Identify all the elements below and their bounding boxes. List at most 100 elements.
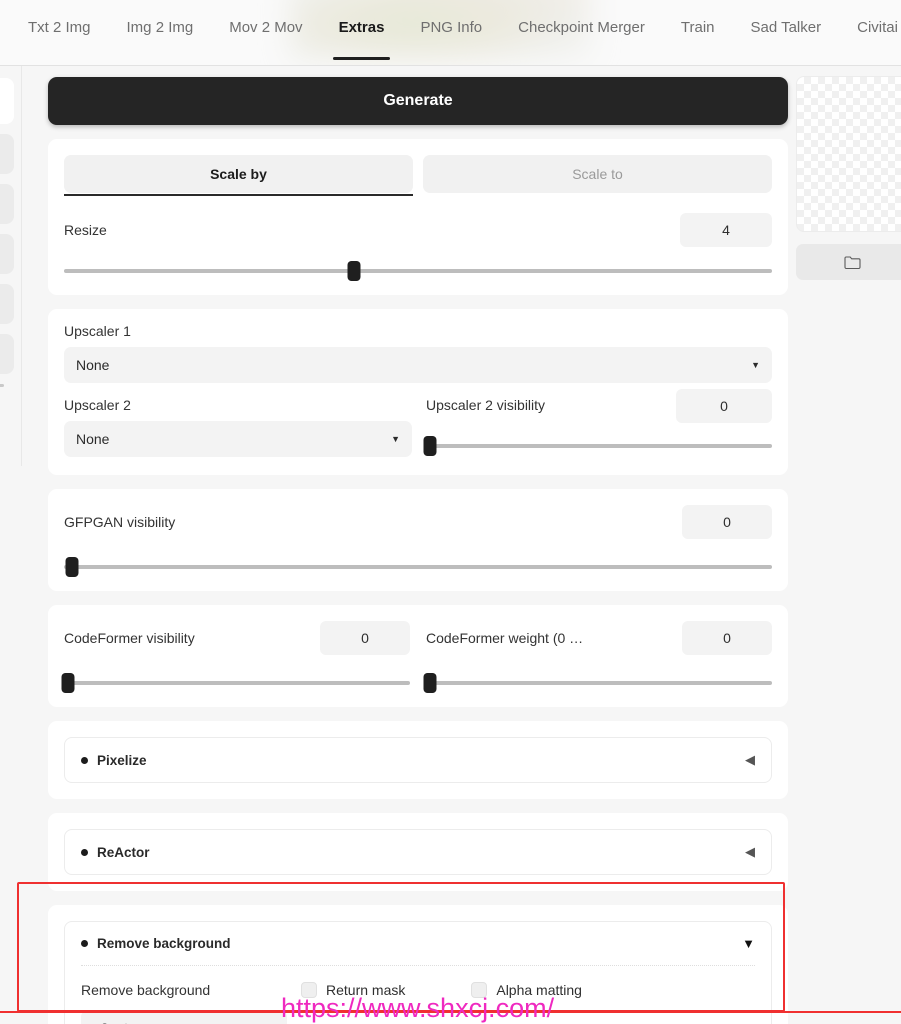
left-sidebar-rail xyxy=(0,66,22,466)
sidebar-item-3[interactable] xyxy=(0,184,14,224)
tab-sad-talker[interactable]: Sad Talker xyxy=(733,0,840,56)
codeformer-weight-header: CodeFormer weight (0 = maximu… 0 xyxy=(426,621,772,655)
collapse-arrow-icon[interactable]: ◀ xyxy=(745,752,755,768)
generate-button[interactable]: Generate xyxy=(48,77,788,125)
tab-txt-2-img[interactable]: Txt 2 Img xyxy=(10,0,109,56)
upscaler-1-select[interactable]: None ▼ xyxy=(64,347,772,383)
codeformer-visibility-input[interactable]: 0 xyxy=(320,621,410,655)
tab-png-info[interactable]: PNG Info xyxy=(402,0,500,56)
remove-background-header[interactable]: Remove background ▼ xyxy=(81,936,755,951)
upscaler-2-select[interactable]: None ▼ xyxy=(64,421,412,457)
image-preview-transparent[interactable] xyxy=(796,76,901,232)
remove-background-field-label: Remove background xyxy=(81,982,211,998)
top-tab-bar: Txt 2 Img Img 2 Img Mov 2 Mov Extras PNG Inf… xyxy=(0,0,901,66)
tab-scale-by[interactable]: Scale by xyxy=(64,155,413,196)
right-preview-column xyxy=(794,66,901,1024)
chevron-down-icon: ▼ xyxy=(391,434,400,444)
app-root: Txt 2 Img Img 2 Img Mov 2 Mov Extras PNG Inf… xyxy=(0,0,901,1024)
upscaler-2-value: None xyxy=(76,431,110,447)
chevron-down-icon: ▼ xyxy=(751,360,760,370)
codeformer-weight-label: CodeFormer weight (0 = maximu… xyxy=(426,630,586,646)
bullet-icon xyxy=(81,848,88,856)
codeformer-visibility-header: CodeFormer visibility 0 xyxy=(64,621,410,655)
codeformer-weight-column: CodeFormer weight (0 = maximu… 0 xyxy=(423,621,772,693)
upscaler-2-visibility-header: Upscaler 2 visibility 0 xyxy=(426,389,772,423)
reactor-accordion-header[interactable]: ReActor ◀ xyxy=(81,844,755,860)
sidebar-divider xyxy=(0,384,4,387)
upscaler-2-visibility-track xyxy=(426,444,772,448)
tab-mov-2-mov[interactable]: Mov 2 Mov xyxy=(211,0,320,56)
codeformer-panel: CodeFormer visibility 0 CodeFormer weigh… xyxy=(48,605,788,707)
reactor-accordion: ReActor ◀ xyxy=(48,813,788,891)
tab-civitai-helper[interactable]: Civitai Helper xyxy=(839,0,901,56)
resize-label: Resize xyxy=(64,222,107,238)
sidebar-item-2[interactable] xyxy=(0,134,14,174)
upscaler-2-visibility-label: Upscaler 2 visibility xyxy=(426,397,546,413)
upscaler-2-visibility-thumb[interactable] xyxy=(423,436,437,456)
remove-background-title: Remove background xyxy=(97,936,231,951)
codeformer-visibility-label: CodeFormer visibility xyxy=(64,630,195,646)
divider xyxy=(81,965,755,966)
upscaler-2-visibility-column: Upscaler 2 visibility 0 xyxy=(423,389,772,457)
pixelize-accordion: Pixelize ◀ xyxy=(48,721,788,799)
resize-slider[interactable] xyxy=(64,261,772,281)
upscaler-panel: Upscaler 1 None ▼ Upscaler 2 None ▼ Upsc… xyxy=(48,309,788,475)
codeformer-visibility-slider[interactable] xyxy=(61,673,410,693)
tab-img-2-img[interactable]: Img 2 Img xyxy=(109,0,212,56)
pixelize-accordion-inner: Pixelize ◀ xyxy=(64,737,772,783)
upscaler-2-row: Upscaler 2 None ▼ Upscaler 2 visibility … xyxy=(64,389,772,457)
tab-extras[interactable]: Extras xyxy=(321,0,403,60)
sidebar-item-5[interactable] xyxy=(0,284,14,324)
upscaler-2-visibility-slider[interactable] xyxy=(423,436,772,456)
open-folder-button[interactable] xyxy=(796,244,901,280)
upscaler-2-visibility-input[interactable]: 0 xyxy=(676,389,772,423)
codeformer-weight-input[interactable]: 0 xyxy=(682,621,772,655)
tab-train[interactable]: Train xyxy=(663,0,733,56)
upscaler-1-label: Upscaler 1 xyxy=(64,323,131,339)
resize-slider-track xyxy=(64,269,772,273)
scale-mode-tabs: Scale by Scale to xyxy=(64,155,772,196)
gfpgan-label: GFPGAN visibility xyxy=(64,514,176,530)
upscaler-2-column: Upscaler 2 None ▼ xyxy=(64,389,412,457)
codeformer-visibility-column: CodeFormer visibility 0 xyxy=(61,621,410,693)
reactor-title-group: ReActor xyxy=(81,845,150,860)
codeformer-weight-thumb[interactable] xyxy=(423,673,437,693)
gfpgan-header: GFPGAN visibility 0 xyxy=(64,505,772,539)
gfpgan-panel: GFPGAN visibility 0 xyxy=(48,489,788,591)
collapse-arrow-icon[interactable]: ◀ xyxy=(745,844,755,860)
resize-slider-thumb[interactable] xyxy=(347,261,361,281)
pixelize-accordion-header[interactable]: Pixelize ◀ xyxy=(81,752,755,768)
watermark-text: https://www.shxcj.com/ xyxy=(281,993,555,1023)
gfpgan-slider-thumb[interactable] xyxy=(65,557,79,577)
gfpgan-slider[interactable] xyxy=(64,557,772,577)
reactor-accordion-inner: ReActor ◀ xyxy=(64,829,772,875)
resize-row: Resize 4 xyxy=(64,213,772,247)
codeformer-visibility-thumb[interactable] xyxy=(61,673,75,693)
tab-scale-to[interactable]: Scale to xyxy=(423,155,772,193)
sidebar-item-6[interactable] xyxy=(0,334,14,374)
tab-list: Txt 2 Img Img 2 Img Mov 2 Mov Extras PNG Inf… xyxy=(0,0,901,60)
remove-background-title-group: Remove background xyxy=(81,936,231,951)
resize-value-input[interactable]: 4 xyxy=(680,213,772,247)
bullet-icon xyxy=(81,756,88,764)
scale-panel: Scale by Scale to Resize 4 xyxy=(48,139,788,295)
pixelize-title-group: Pixelize xyxy=(81,753,147,768)
codeformer-visibility-track xyxy=(64,681,410,685)
bullet-icon xyxy=(81,940,88,947)
main-column: Generate Scale by Scale to Resize 4 Upsc… xyxy=(38,66,798,1024)
pixelize-title: Pixelize xyxy=(97,752,147,768)
codeformer-weight-track xyxy=(426,681,772,685)
gfpgan-slider-track xyxy=(64,565,772,569)
codeformer-weight-slider[interactable] xyxy=(423,673,772,693)
folder-icon xyxy=(843,255,861,269)
codeformer-grid: CodeFormer visibility 0 CodeFormer weigh… xyxy=(61,621,772,693)
upscaler-2-label: Upscaler 2 xyxy=(64,397,131,413)
sidebar-item-1[interactable] xyxy=(0,78,14,124)
upscaler-1-value: None xyxy=(76,357,110,373)
tab-checkpoint-merger[interactable]: Checkpoint Merger xyxy=(500,0,663,56)
remove-background-model-value: u2net xyxy=(93,1020,128,1024)
expand-arrow-icon[interactable]: ▼ xyxy=(742,936,755,951)
reactor-title: ReActor xyxy=(97,844,150,860)
sidebar-item-4[interactable] xyxy=(0,234,14,274)
gfpgan-value-input[interactable]: 0 xyxy=(682,505,772,539)
